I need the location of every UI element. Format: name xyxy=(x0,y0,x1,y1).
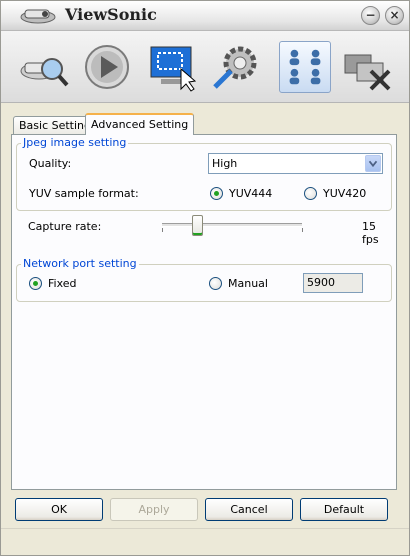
network-port-setting-group: Network port setting Fixed Manual 5900 xyxy=(16,257,392,302)
settings-gear-icon[interactable] xyxy=(209,41,261,93)
jpeg-group-legend: Jpeg image setting xyxy=(21,136,129,149)
slider-thumb[interactable] xyxy=(192,215,204,236)
port-input[interactable]: 5900 xyxy=(303,273,363,293)
slider-tick xyxy=(302,228,303,232)
jpeg-image-setting-group: Jpeg image setting Quality: High YUV sam… xyxy=(16,136,392,211)
projector-logo-icon xyxy=(20,9,56,24)
quality-value: High xyxy=(212,157,238,170)
capture-rate-value: 15 fps xyxy=(362,220,379,246)
app-title: ViewSonic xyxy=(65,5,157,24)
yuv420-radio[interactable] xyxy=(304,187,317,200)
fixed-radio[interactable] xyxy=(29,277,42,290)
users-grid-icon[interactable] xyxy=(279,41,331,93)
app-window: ViewSonic − × Basic Setting Advanced Set… xyxy=(0,0,410,556)
manual-radio[interactable] xyxy=(209,277,222,290)
close-button[interactable]: × xyxy=(385,6,404,25)
toolbar xyxy=(1,31,409,103)
apply-button[interactable]: Apply xyxy=(110,498,198,521)
yuv-sample-format-label: YUV sample format: xyxy=(29,187,139,200)
screen-capture-icon[interactable] xyxy=(147,41,199,93)
quality-select[interactable]: High xyxy=(208,153,383,174)
play-icon[interactable] xyxy=(81,41,133,93)
cancel-button[interactable]: Cancel xyxy=(205,498,293,521)
default-button[interactable]: Default xyxy=(300,498,388,521)
slider-track[interactable] xyxy=(162,223,302,227)
chevron-down-icon[interactable] xyxy=(365,155,381,172)
manual-label[interactable]: Manual xyxy=(228,277,268,290)
slider-tick xyxy=(162,228,163,232)
network-group-legend: Network port setting xyxy=(21,257,139,270)
content-area: Basic Setting Advanced Setting Jpeg imag… xyxy=(1,104,409,555)
yuv420-label[interactable]: YUV420 xyxy=(323,187,366,200)
title-bar[interactable]: ViewSonic − × xyxy=(1,1,409,31)
advanced-setting-panel: Jpeg image setting Quality: High YUV sam… xyxy=(11,134,397,490)
status-bar xyxy=(1,528,409,555)
projector-search-icon[interactable] xyxy=(17,41,69,93)
tab-advanced-setting[interactable]: Advanced Setting xyxy=(85,113,195,135)
disconnect-icon[interactable] xyxy=(341,41,393,93)
fixed-label[interactable]: Fixed xyxy=(48,277,77,290)
yuv444-label[interactable]: YUV444 xyxy=(229,187,272,200)
capture-rate-label: Capture rate: xyxy=(28,220,102,233)
minimize-button[interactable]: − xyxy=(361,6,380,25)
quality-label: Quality: xyxy=(29,157,72,170)
yuv444-radio[interactable] xyxy=(210,187,223,200)
ok-button[interactable]: OK xyxy=(15,498,103,521)
